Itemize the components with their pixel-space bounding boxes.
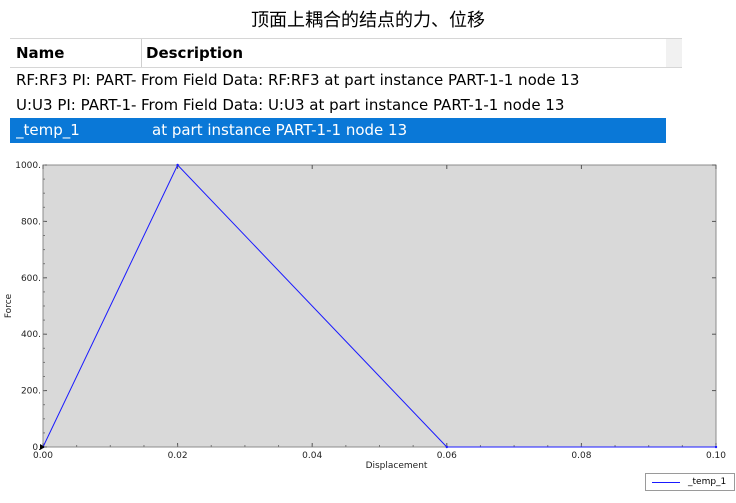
table-row[interactable]: U:U3 PI: PART-1- From Field Data: U:U3 a… — [10, 93, 666, 118]
plot-legend: _temp_1 — [645, 473, 735, 491]
y-axis-label: Force — [4, 293, 14, 318]
plot-area — [42, 164, 717, 448]
x-tick-label: 0.04 — [302, 451, 322, 461]
data-point — [714, 445, 718, 449]
row-description: From Field Data: U:U3 at part instance P… — [141, 96, 565, 114]
row-name: _temp_1 — [16, 121, 80, 139]
x-tick-label: 0.02 — [168, 451, 188, 461]
row-name: RF:RF3 PI: PART- — [16, 71, 137, 89]
x-tick-label: 0.08 — [571, 451, 591, 461]
y-tick-label: 200. — [21, 387, 41, 397]
table-scrollbar[interactable] — [666, 38, 682, 68]
table-row[interactable]: RF:RF3 PI: PART- From Field Data: RF:RF3… — [10, 68, 666, 93]
x-axis-label: Displacement — [366, 461, 428, 471]
table-header: Name Description — [10, 38, 666, 68]
y-tick-label: 600. — [21, 274, 41, 284]
legend-label: _temp_1 — [688, 477, 727, 487]
x-tick-label: 0.10 — [706, 451, 726, 461]
data-point — [445, 445, 448, 449]
plot-caption: 顶面上耦合的结点的力、位移 — [251, 10, 485, 31]
legend-swatch — [652, 482, 680, 483]
y-tick-label: 1000. — [15, 161, 41, 171]
x-tick-label: 0.00 — [33, 451, 53, 461]
table-row-selected[interactable]: _temp_1 at part instance PART-1-1 node 1… — [10, 118, 666, 143]
xy-plot-svg: 0.200.400.600.800.1000.0.00 0.02 0.04 0.06 0… — [4, 161, 726, 471]
column-header-name[interactable]: Name — [16, 39, 134, 67]
xy-plot[interactable]: 0. 200. 400. 600. 800. 1000. 0.00 0.02 0.04 0.06 0… — [0, 150, 736, 503]
row-description: at part instance PART-1-1 node 13 — [152, 121, 408, 139]
column-header-description[interactable]: Description — [141, 39, 666, 67]
y-tick-label: 800. — [21, 217, 41, 227]
x-tick-label: 0.06 — [437, 451, 457, 461]
data-point — [176, 163, 179, 167]
xy-data-table: Name Description RF:RF3 PI: PART- From F… — [10, 38, 682, 143]
row-name: U:U3 PI: PART-1- — [16, 96, 137, 114]
y-tick-label: 400. — [21, 330, 41, 340]
row-description: From Field Data: RF:RF3 at part instance… — [141, 71, 580, 89]
